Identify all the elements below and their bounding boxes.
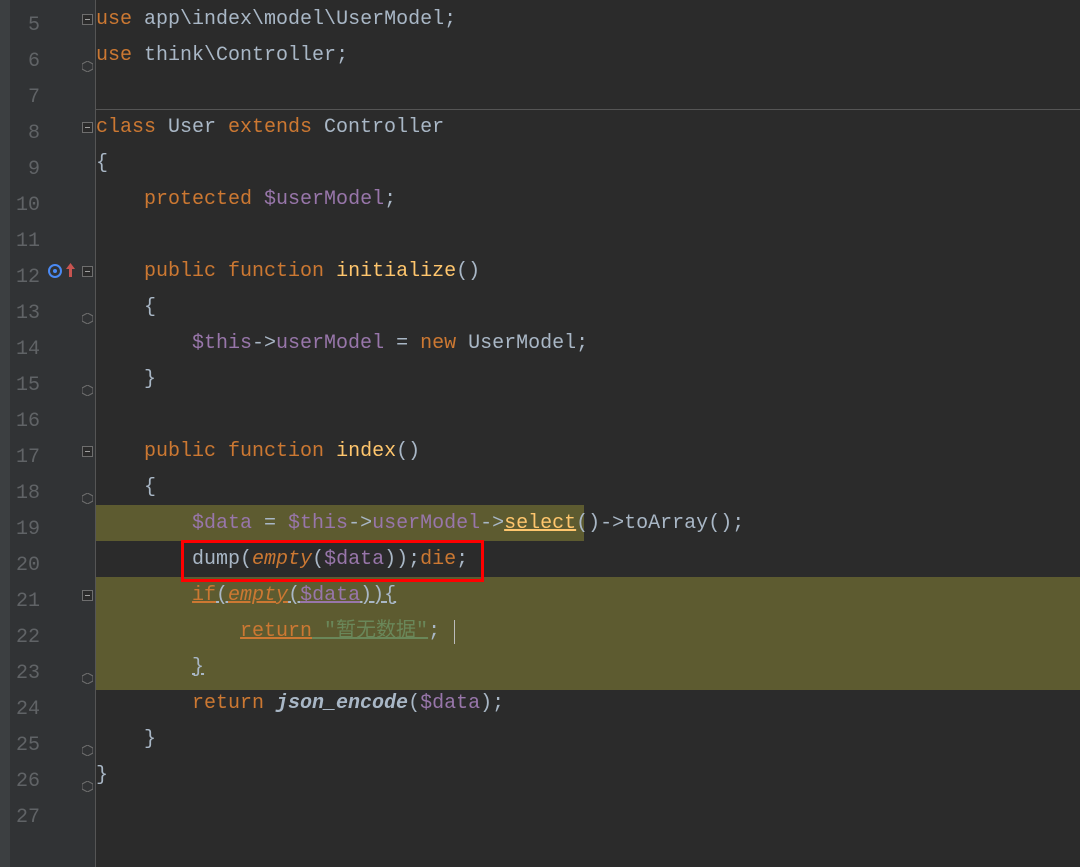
code-line[interactable]: class User extends Controller <box>96 110 1080 146</box>
code-line[interactable]: return "暂无数据"; <box>96 614 1080 650</box>
overrides-arrow-icon[interactable] <box>66 263 75 277</box>
editor-margin <box>0 0 10 867</box>
line-number: 24 <box>10 692 40 728</box>
fold-end-icon[interactable] <box>82 734 93 745</box>
code-line[interactable]: return json_encode($data); <box>96 686 1080 722</box>
code-line[interactable]: if(empty($data)){ <box>96 578 1080 614</box>
line-number: 9 <box>10 152 40 188</box>
code-area[interactable]: use app\index\model\UserModel; use think… <box>96 0 1080 867</box>
line-number: 12 <box>10 260 40 296</box>
fold-toggle[interactable] <box>82 266 93 277</box>
line-number: 20 <box>10 548 40 584</box>
line-number: 10 <box>10 188 40 224</box>
code-line[interactable]: public function initialize() <box>96 254 1080 290</box>
code-line[interactable]: { <box>96 146 1080 182</box>
fold-end-icon[interactable] <box>82 770 93 781</box>
code-line[interactable]: } <box>96 362 1080 398</box>
fold-end-icon[interactable] <box>82 374 93 385</box>
fold-toggle[interactable] <box>82 122 93 133</box>
code-line[interactable]: { <box>96 470 1080 506</box>
line-number: 11 <box>10 224 40 260</box>
code-line[interactable]: public function index() <box>96 434 1080 470</box>
line-number: 21 <box>10 584 40 620</box>
code-line[interactable]: use think\Controller; <box>96 38 1080 74</box>
line-number: 5 <box>10 8 40 44</box>
fold-toggle[interactable] <box>82 446 93 457</box>
fold-toggle[interactable] <box>82 590 93 601</box>
line-number: 22 <box>10 620 40 656</box>
fold-toggle[interactable] <box>82 14 93 25</box>
override-icon[interactable] <box>48 264 62 278</box>
code-line[interactable]: } <box>96 758 1080 794</box>
code-line[interactable]: } <box>96 722 1080 758</box>
line-number: 15 <box>10 368 40 404</box>
line-number: 16 <box>10 404 40 440</box>
line-number: 25 <box>10 728 40 764</box>
fold-end-icon[interactable] <box>82 662 93 673</box>
line-number: 23 <box>10 656 40 692</box>
code-line[interactable]: { <box>96 290 1080 326</box>
line-number: 14 <box>10 332 40 368</box>
code-line[interactable]: dump(empty($data));die; <box>96 542 1080 578</box>
fold-end-icon[interactable] <box>82 302 93 313</box>
fold-end-icon[interactable] <box>82 482 93 493</box>
line-number: 19 <box>10 512 40 548</box>
line-number: 7 <box>10 80 40 116</box>
code-line[interactable]: use app\index\model\UserModel; <box>96 2 1080 38</box>
editor-gutter: 5 6 7 8 9 10 11 12 13 14 15 16 17 18 19 … <box>10 0 96 867</box>
line-number: 13 <box>10 296 40 332</box>
code-line[interactable]: protected $userModel; <box>96 182 1080 218</box>
fold-end-icon[interactable] <box>82 50 93 61</box>
line-number: 6 <box>10 44 40 80</box>
line-number: 27 <box>10 800 40 836</box>
line-number: 17 <box>10 440 40 476</box>
text-caret <box>454 620 455 644</box>
code-line[interactable]: $this->userModel = new UserModel; <box>96 326 1080 362</box>
code-editor[interactable]: 5 6 7 8 9 10 11 12 13 14 15 16 17 18 19 … <box>0 0 1080 867</box>
line-number: 8 <box>10 116 40 152</box>
line-number: 18 <box>10 476 40 512</box>
code-line[interactable]: $data = $this->userModel->select()->toAr… <box>96 506 1080 542</box>
line-number: 26 <box>10 764 40 800</box>
code-line[interactable]: } <box>96 650 1080 686</box>
